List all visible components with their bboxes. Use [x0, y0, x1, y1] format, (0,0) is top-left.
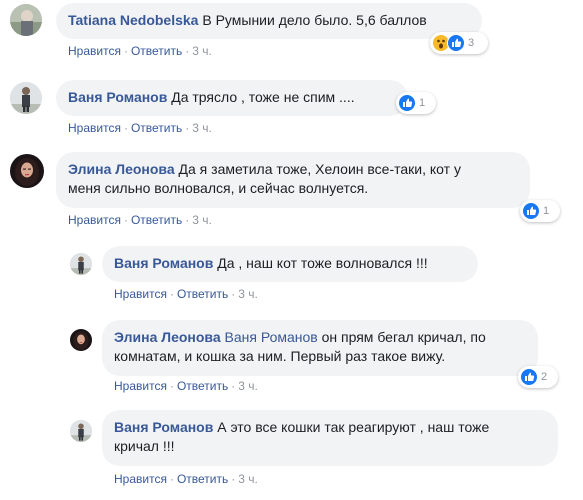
- avatar[interactable]: [10, 82, 42, 114]
- mention-link[interactable]: Ваня Романов: [225, 329, 318, 345]
- reply-link[interactable]: Ответить: [131, 44, 182, 58]
- author-name[interactable]: Ваня Романов: [68, 89, 167, 105]
- like-link[interactable]: Нравится: [68, 121, 121, 135]
- timestamp[interactable]: 3 ч.: [192, 121, 212, 135]
- timestamp[interactable]: 3 ч.: [192, 44, 212, 58]
- reply-link[interactable]: Ответить: [177, 472, 228, 486]
- reply-text: А это все кошки так реагируют , наш тоже: [217, 419, 490, 435]
- comment-text: Да трясло , тоже не спим ....: [171, 89, 355, 105]
- reply-text: Да , наш кот тоже волновался !!!: [217, 255, 428, 271]
- author-name[interactable]: Ваня Романов: [114, 419, 213, 435]
- avatar[interactable]: [70, 329, 92, 351]
- reply-link[interactable]: Ответить: [177, 287, 228, 301]
- reactions-badge[interactable]: 1: [396, 92, 436, 114]
- comment-bubble: Tatiana Nedobelska В Румынии дело было. …: [56, 3, 482, 39]
- avatar[interactable]: [10, 154, 44, 188]
- reaction-count: 1: [419, 97, 426, 109]
- avatar[interactable]: [70, 253, 92, 275]
- comment-actions: Нравится · Ответить · 3 ч.: [68, 44, 212, 58]
- reply-actions: Нравится · Ответить · 3 ч.: [114, 472, 258, 486]
- reply-text: кричал !!!: [114, 438, 175, 454]
- author-name[interactable]: Элина Леонова: [68, 161, 175, 177]
- avatar[interactable]: [70, 420, 92, 442]
- author-name[interactable]: Tatiana Nedobelska: [68, 12, 198, 28]
- reply-text: он прям бегал кричал, по: [321, 329, 486, 345]
- timestamp[interactable]: 3 ч.: [192, 213, 212, 227]
- like-icon: [398, 94, 416, 112]
- reply-link[interactable]: Ответить: [177, 379, 228, 393]
- reaction-count: 1: [543, 205, 550, 217]
- like-icon: [522, 202, 540, 220]
- reply-text: комнатам, и кошка за ним. Первый раз так…: [114, 348, 446, 364]
- timestamp[interactable]: 3 ч.: [238, 472, 258, 486]
- like-link[interactable]: Нравится: [114, 379, 167, 393]
- comment-actions: Нравится · Ответить · 3 ч.: [68, 213, 212, 227]
- reply-bubble: Элина Леонова Ваня Романов он прям бегал…: [102, 320, 538, 376]
- avatar[interactable]: [10, 4, 42, 36]
- like-link[interactable]: Нравится: [114, 472, 167, 486]
- author-name[interactable]: Ваня Романов: [114, 255, 213, 271]
- like-link[interactable]: Нравится: [68, 213, 121, 227]
- reactions-badge[interactable]: 1: [520, 200, 560, 222]
- timestamp[interactable]: 3 ч.: [238, 379, 258, 393]
- reply-bubble: Ваня Романов Да , наш кот тоже волновалс…: [102, 246, 478, 282]
- like-link[interactable]: Нравится: [68, 44, 121, 58]
- reply-link[interactable]: Ответить: [131, 213, 182, 227]
- like-icon: [447, 34, 465, 52]
- comment-text: меня сильно волновался, и сейчас волнует…: [68, 180, 369, 196]
- like-link[interactable]: Нравится: [114, 287, 167, 301]
- comment-bubble: Элина Леонова Да я заметила тоже, Хелоин…: [56, 152, 530, 208]
- reactions-badge[interactable]: 3: [430, 32, 488, 54]
- timestamp[interactable]: 3 ч.: [238, 287, 258, 301]
- reply-actions: Нравится · Ответить · 3 ч.: [114, 379, 258, 393]
- reply-bubble: Ваня Романов А это все кошки так реагиру…: [102, 410, 558, 466]
- comment-actions: Нравится · Ответить · 3 ч.: [68, 121, 212, 135]
- like-icon: [520, 368, 538, 386]
- comment-text: Да я заметила тоже, Хелоин все-таки, кот…: [178, 161, 461, 177]
- reaction-count: 2: [541, 371, 548, 383]
- reactions-badge[interactable]: 2: [518, 366, 558, 388]
- author-name[interactable]: Элина Леонова: [114, 329, 221, 345]
- reply-actions: Нравится · Ответить · 3 ч.: [114, 287, 258, 301]
- comment-text: В Румынии дело было. 5,6 баллов: [202, 12, 427, 28]
- reply-link[interactable]: Ответить: [131, 121, 182, 135]
- reaction-count: 3: [468, 37, 475, 49]
- comment-bubble: Ваня Романов Да трясло , тоже не спим ..…: [56, 80, 408, 116]
